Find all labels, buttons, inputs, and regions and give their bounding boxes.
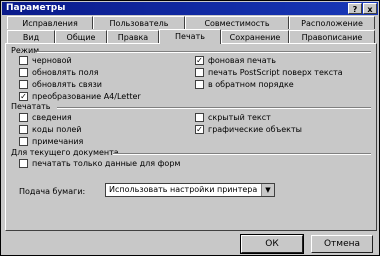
checkbox-label: обновлять поля [32,68,99,77]
tab-compatibility[interactable]: Совместимость [185,16,289,29]
checkbox-label: графические объекты [208,125,302,134]
checkbox-label: сведения [32,113,72,122]
checkbox-form-data-only[interactable]: печатать только данные для форм [19,159,180,168]
tab-view[interactable]: Вид [7,30,55,43]
checkbox-label: примечания [32,137,84,146]
checkbox-box[interactable] [19,125,28,134]
dropdown-arrow-icon[interactable]: ▼ [261,184,274,196]
group-mode-label: Режим [11,46,40,55]
title-bar: Параметры [2,2,378,15]
checkbox-box[interactable] [19,137,28,146]
checkbox-box[interactable] [19,56,28,65]
tab-print[interactable]: Печать [159,29,221,44]
checkmark-icon[interactable]: ✓ [195,125,204,134]
checkbox-hidden-text[interactable]: скрытый текст [195,113,271,122]
paper-feed-select[interactable]: Использовать настройки принтера ▼ [105,183,275,197]
checkbox-summary-info[interactable]: сведения [19,113,72,122]
dialog-title: Параметры [6,3,66,13]
group-print-label: Печатать [11,102,51,111]
print-separator [57,107,371,109]
ok-button[interactable]: ОК [240,234,304,254]
checkbox-label: скрытый текст [208,113,271,122]
checkbox-update-fields[interactable]: обновлять поля [19,68,99,77]
checkbox-comments[interactable]: примечания [19,137,83,146]
checkbox-background-print[interactable]: ✓ фоновая печать [195,56,276,65]
checkbox-box[interactable] [195,80,204,89]
checkbox-label: преобразование A4/Letter [32,92,141,101]
tab-location[interactable]: Расположение [289,16,375,29]
checkbox-postscript-over-text[interactable]: печать PostScript поверх текста [195,68,343,77]
checkmark-icon[interactable]: ✓ [19,92,28,101]
checkbox-label: черновой [32,56,72,65]
checkbox-box[interactable] [19,113,28,122]
cancel-button[interactable]: Отмена [311,235,373,253]
tab-corrections[interactable]: Исправления [7,16,93,29]
checkbox-label: коды полей [32,125,82,134]
checkbox-draft[interactable]: черновой [19,56,72,65]
options-dialog: Параметры ? x Исправления Пользователь С… [0,0,380,256]
checkbox-label: в обратном порядке [208,80,294,89]
tab-spelling[interactable]: Правописание [289,30,375,43]
paper-feed-label: Подача бумаги: [19,187,86,196]
checkbox-field-codes[interactable]: коды полей [19,125,81,134]
checkbox-label: обновлять связи [32,80,102,89]
checkbox-a4-letter[interactable]: ✓ преобразование A4/Letter [19,92,141,101]
checkmark-icon[interactable]: ✓ [195,56,204,65]
paper-feed-value: Использовать настройки принтера [109,185,258,194]
checkbox-box[interactable] [19,68,28,77]
group-current-doc-label: Для текущего документа [11,148,119,157]
checkbox-reverse-order[interactable]: в обратном порядке [195,80,294,89]
checkbox-label: фоновая печать [208,56,276,65]
tab-edit[interactable]: Правка [107,30,159,43]
checkbox-drawing-objects[interactable]: ✓ графические объекты [195,125,302,134]
checkbox-update-links[interactable]: обновлять связи [19,80,102,89]
checkbox-label: печать PostScript поверх текста [208,68,343,77]
checkbox-box[interactable] [19,80,28,89]
mode-separator [37,51,371,53]
tab-general[interactable]: Общие [55,30,107,43]
tab-user[interactable]: Пользователь [93,16,185,29]
checkbox-box[interactable] [195,68,204,77]
help-button[interactable]: ? [348,3,362,14]
current-doc-separator [113,153,371,155]
checkbox-box[interactable] [19,159,28,168]
checkbox-box[interactable] [195,113,204,122]
close-button[interactable]: x [363,3,377,14]
checkbox-label: печатать только данные для форм [32,159,181,168]
tab-save[interactable]: Сохранение [221,30,289,43]
